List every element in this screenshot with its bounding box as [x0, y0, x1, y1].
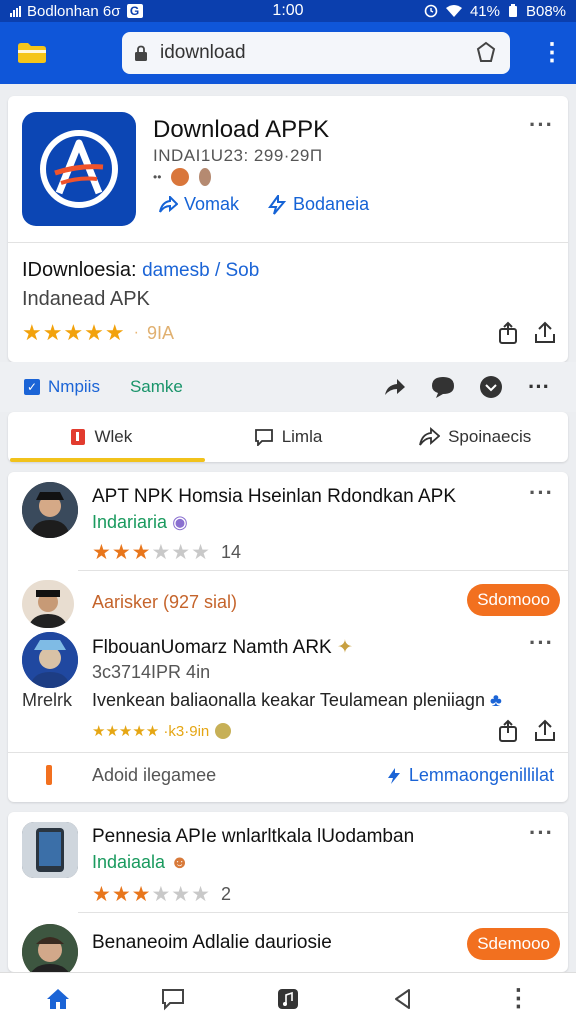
comment-icon[interactable]	[430, 374, 456, 400]
share-icon[interactable]	[496, 718, 522, 744]
tab-wlek[interactable]: Wlek	[8, 412, 205, 462]
app-meta: INDAI1U23: 299·29Π	[153, 146, 323, 165]
post-footer-link[interactable]: Lemmaongenillilat	[385, 765, 554, 786]
checkbox[interactable]: ✓	[24, 379, 40, 395]
post-footer-left[interactable]: Adoid ilegamee	[92, 765, 216, 786]
action-second-label[interactable]: Samke	[130, 377, 183, 397]
feed-card: APT NPK Homsia Hseinlan Rdondkan APK ···…	[8, 472, 568, 802]
post-author[interactable]: Aarisker (927 sial)	[92, 592, 237, 613]
post-title[interactable]: Benaneoim Adlalie dauriosie	[92, 932, 332, 954]
lock-icon	[135, 45, 147, 61]
wifi-icon	[445, 4, 462, 17]
upload-icon[interactable]	[532, 718, 558, 744]
folder-icon[interactable]	[12, 33, 52, 73]
browser-menu-icon[interactable]: ⋮	[540, 41, 564, 65]
app-logo-icon	[22, 112, 136, 226]
rating-stars: ★★★★★	[22, 320, 126, 345]
post-title[interactable]: Pennesia APIe wnlarltkala lUodamban	[92, 826, 414, 848]
post-more-icon[interactable]: ···	[529, 632, 554, 654]
forward-icon[interactable]	[382, 374, 408, 400]
alarm-icon	[424, 4, 438, 18]
app-detail-card: Download APPK ··· INDAI1U23: 299·29Π •• …	[8, 96, 568, 362]
app-mini-badges: ••	[153, 168, 212, 186]
tab-spoinaecis[interactable]: Spoinaecis	[381, 412, 568, 462]
signal-icon	[10, 5, 21, 17]
clock: 1:00	[272, 2, 304, 19]
g-app-icon: G	[126, 4, 143, 18]
post-small-rating: ★★★★★ ·k3·9in	[92, 722, 232, 740]
app-info-sub-link[interactable]: damesb / Sob	[142, 260, 259, 281]
url-text: idownload	[160, 42, 246, 63]
battery-icon	[508, 4, 517, 17]
post-rating: ★★★★★★ 14	[92, 541, 241, 564]
post-meta: 3c3714IPR 4in	[92, 662, 211, 682]
app-links: Vomak Bodaneia	[158, 194, 369, 215]
browser-toolbar: idownload ⋮	[0, 22, 576, 84]
share-icon[interactable]	[496, 320, 522, 346]
bottom-navigation: ⋮	[0, 972, 576, 1024]
divider	[8, 752, 568, 753]
app-more-icon[interactable]: ···	[529, 114, 554, 136]
post-action-pill[interactable]: Sdomooo	[467, 584, 560, 616]
extension-icon[interactable]	[474, 41, 498, 65]
app-title: Download APPK	[153, 116, 330, 143]
chat-icon	[254, 429, 273, 446]
divider	[78, 912, 568, 913]
link-bodaneia[interactable]: Bodaneia	[267, 194, 369, 215]
post-title[interactable]: FlbouanUomarz Namth ARK ✦	[92, 636, 353, 659]
divider	[78, 570, 568, 571]
post-subtitle: Indaiaala ☻	[92, 852, 190, 872]
menu-icon[interactable]: ⋮	[503, 984, 533, 1014]
app-info-title: IDownloesia: damesb / Sob	[22, 259, 260, 281]
bolt-icon	[387, 767, 400, 784]
upload-icon[interactable]	[532, 320, 558, 346]
tab-bar: Wlek Limla Spoinaecis	[8, 412, 568, 462]
badge-icon	[215, 723, 232, 739]
avatar[interactable]	[22, 482, 78, 538]
share-arrow-icon	[159, 195, 178, 213]
share-tab-icon	[419, 427, 441, 446]
post-action-pill[interactable]: Sdemooo	[467, 928, 560, 960]
action-row: ✓ Nmpiis Samke ···	[0, 362, 576, 412]
post-rating: ★★★★★★ 2	[92, 883, 231, 906]
action-more-icon[interactable]: ···	[526, 374, 552, 400]
battery-percent: 41%	[469, 2, 500, 20]
back-icon[interactable]	[388, 984, 418, 1014]
emoji-react-icon[interactable]	[478, 374, 504, 400]
avatar[interactable]	[22, 632, 78, 688]
post-subtitle: Indariaria ◉	[92, 512, 188, 532]
post-title[interactable]: APT NPK Homsia Hseinlan Rdondkan APK	[92, 486, 456, 508]
avatar[interactable]	[22, 580, 74, 628]
battery-label: B08%	[525, 2, 566, 20]
post-description: Ivenkean baliaonalla keakar Teulamean pl…	[92, 690, 502, 710]
post-label: Mrelrk	[22, 690, 72, 710]
status-bar: Bodlonhan 6σ G 1:00 41% B08%	[0, 0, 576, 22]
home-icon[interactable]	[43, 984, 73, 1014]
music-icon[interactable]	[273, 984, 303, 1014]
carrier-label: Bodlonhan 6σ	[27, 2, 121, 20]
action-check-label[interactable]: Nmpiis	[48, 377, 100, 397]
post-more-icon[interactable]: ···	[529, 482, 554, 504]
flag-icon	[71, 429, 86, 445]
messages-icon[interactable]	[158, 984, 188, 1014]
address-bar[interactable]: idownload	[122, 32, 510, 74]
badge-icon	[199, 168, 212, 186]
emoji-icon	[171, 168, 190, 186]
tab-limla[interactable]: Limla	[195, 412, 382, 462]
bolt-icon	[268, 194, 287, 215]
app-info-subtitle: Indanead APK	[22, 288, 150, 310]
feed-card: Pennesia APIe wnlarltkala lUodamban ··· …	[8, 812, 568, 980]
divider	[8, 242, 568, 243]
phone-thumbnail[interactable]	[22, 822, 78, 878]
link-vomak[interactable]: Vomak	[158, 194, 239, 215]
rating-count: 9IA	[146, 322, 174, 343]
post-more-icon[interactable]: ···	[529, 822, 554, 844]
marker-icon	[46, 765, 52, 785]
app-rating: ★★★★★ · 9IA	[22, 320, 174, 345]
